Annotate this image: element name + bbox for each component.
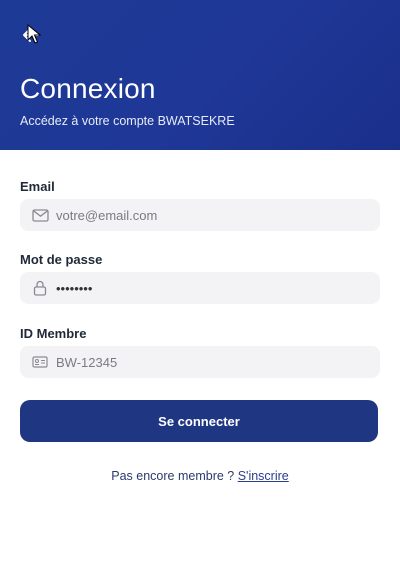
signup-link[interactable]: S'inscrire bbox=[238, 469, 289, 483]
mail-icon bbox=[31, 206, 49, 224]
email-input[interactable] bbox=[56, 203, 356, 227]
page-subtitle: Accédez à votre compte BWATSEKRE bbox=[20, 114, 235, 128]
login-header: Connexion Accédez à votre compte BWATSEK… bbox=[0, 0, 400, 150]
member-id-label: ID Membre bbox=[20, 326, 87, 341]
password-input[interactable] bbox=[56, 276, 356, 300]
lock-icon bbox=[31, 279, 49, 297]
password-field-container[interactable] bbox=[20, 272, 380, 304]
signup-prompt: Pas encore membre ? S'inscrire bbox=[0, 469, 400, 483]
login-button[interactable]: Se connecter bbox=[20, 400, 378, 442]
mouse-cursor-icon bbox=[27, 24, 41, 44]
page-title: Connexion bbox=[20, 73, 156, 104]
member-id-field-container[interactable] bbox=[20, 346, 380, 378]
id-card-icon bbox=[31, 353, 49, 371]
email-field-container[interactable] bbox=[20, 199, 380, 231]
email-label: Email bbox=[20, 179, 55, 194]
member-id-input[interactable] bbox=[56, 350, 356, 374]
password-label: Mot de passe bbox=[20, 252, 103, 267]
signup-prompt-text: Pas encore membre ? bbox=[111, 469, 238, 483]
